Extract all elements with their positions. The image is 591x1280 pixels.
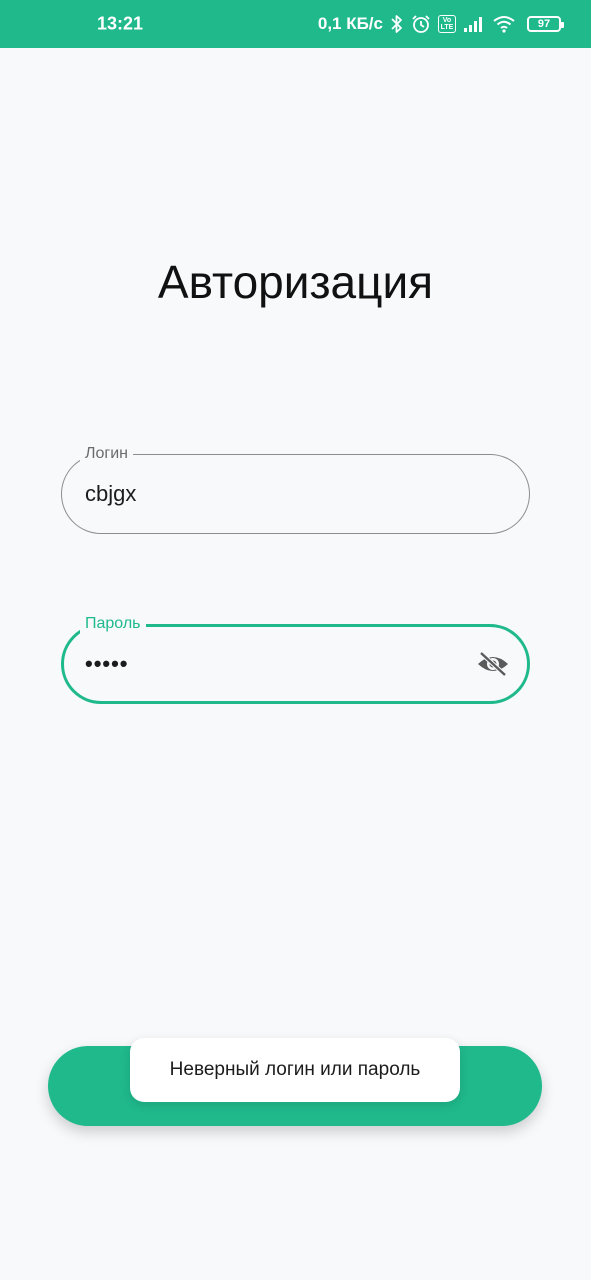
status-time: 13:21 bbox=[97, 13, 144, 34]
login-label: Логин bbox=[80, 444, 134, 464]
login-field[interactable]: Логин bbox=[61, 444, 530, 534]
password-label: Пароль bbox=[80, 614, 146, 634]
battery-icon: 97 bbox=[527, 16, 564, 32]
password-field[interactable]: Пароль ••••• bbox=[61, 614, 530, 704]
battery-level: 97 bbox=[537, 17, 551, 30]
eye-off-icon[interactable] bbox=[475, 646, 511, 682]
page-title: Авторизация bbox=[157, 256, 434, 308]
toast-message: Неверный логин или пароль bbox=[169, 1059, 421, 1080]
status-bar: 13:21 0,1 КБ/с Vo LTE 97 bbox=[0, 0, 591, 48]
bluetooth-icon bbox=[390, 14, 404, 34]
alarm-icon bbox=[411, 14, 431, 34]
password-input[interactable]: ••••• bbox=[85, 651, 445, 677]
status-icons: 0,1 КБ/с Vo LTE 97 bbox=[317, 14, 564, 34]
volte-icon: Vo LTE bbox=[438, 15, 456, 33]
error-toast: Неверный логин или пароль bbox=[130, 1038, 460, 1102]
wifi-icon bbox=[492, 15, 516, 33]
network-speed: 0,1 КБ/с bbox=[317, 14, 383, 33]
login-input[interactable] bbox=[85, 481, 445, 507]
signal-icon bbox=[463, 15, 485, 33]
